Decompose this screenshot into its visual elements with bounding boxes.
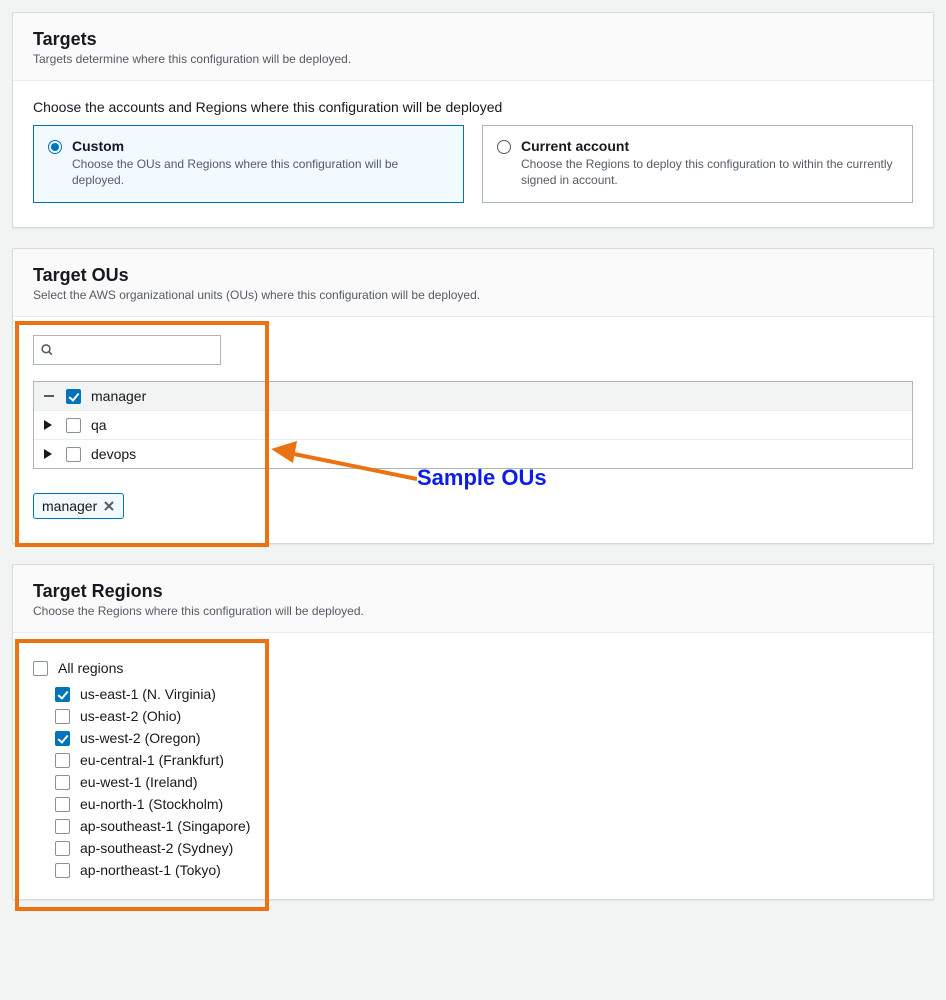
ou-row[interactable]: qa bbox=[34, 410, 912, 439]
checkbox-icon[interactable] bbox=[66, 447, 81, 462]
checkbox-icon[interactable] bbox=[55, 819, 70, 834]
ou-tree: manager qa devops bbox=[33, 381, 913, 469]
radio-icon bbox=[48, 140, 62, 154]
targets-panel: Targets Targets determine where this con… bbox=[12, 12, 934, 228]
region-label: eu-central-1 (Frankfurt) bbox=[80, 752, 224, 768]
checkbox-icon[interactable] bbox=[55, 753, 70, 768]
target-choice-row: Custom Choose the OUs and Regions where … bbox=[33, 125, 913, 203]
ou-search-box[interactable] bbox=[33, 335, 221, 365]
region-label: us-east-1 (N. Virginia) bbox=[80, 686, 216, 702]
checkbox-icon[interactable] bbox=[66, 389, 81, 404]
ou-chip-label: manager bbox=[42, 498, 97, 514]
target-ous-desc: Select the AWS organizational units (OUs… bbox=[33, 288, 913, 302]
region-list: All regions us-east-1 (N. Virginia)us-ea… bbox=[33, 657, 913, 881]
target-ous-panel: Target OUs Select the AWS organizational… bbox=[12, 248, 934, 544]
region-children: us-east-1 (N. Virginia) us-east-2 (Ohio) u… bbox=[55, 683, 913, 881]
caret-right-icon[interactable] bbox=[44, 420, 56, 430]
checkbox-icon[interactable] bbox=[55, 687, 70, 702]
checkbox-icon[interactable] bbox=[55, 731, 70, 746]
region-item[interactable]: eu-central-1 (Frankfurt) bbox=[55, 749, 913, 771]
checkbox-icon[interactable] bbox=[55, 841, 70, 856]
ou-label: manager bbox=[91, 388, 146, 404]
ou-chip[interactable]: manager bbox=[33, 493, 124, 519]
region-item[interactable]: ap-southeast-2 (Sydney) bbox=[55, 837, 913, 859]
dash-icon[interactable] bbox=[44, 395, 56, 397]
ou-row[interactable]: devops bbox=[34, 439, 912, 468]
region-item[interactable]: us-east-2 (Ohio) bbox=[55, 705, 913, 727]
region-label: ap-southeast-1 (Singapore) bbox=[80, 818, 250, 834]
target-regions-title: Target Regions bbox=[33, 581, 913, 602]
region-label: eu-north-1 (Stockholm) bbox=[80, 796, 223, 812]
target-option-current-account[interactable]: Current account Choose the Regions to de… bbox=[482, 125, 913, 203]
region-label: ap-southeast-2 (Sydney) bbox=[80, 840, 233, 856]
target-option-desc: Choose the Regions to deploy this config… bbox=[521, 156, 898, 188]
target-regions-panel: Target Regions Choose the Regions where … bbox=[12, 564, 934, 900]
radio-icon bbox=[497, 140, 511, 154]
close-icon[interactable] bbox=[103, 500, 115, 512]
arrow-icon bbox=[271, 439, 417, 487]
target-regions-header: Target Regions Choose the Regions where … bbox=[13, 565, 933, 633]
target-option-desc: Choose the OUs and Regions where this co… bbox=[72, 156, 449, 188]
targets-title: Targets bbox=[33, 29, 913, 50]
region-item[interactable]: eu-west-1 (Ireland) bbox=[55, 771, 913, 793]
region-label: us-west-2 (Oregon) bbox=[80, 730, 201, 746]
targets-body: Choose the accounts and Regions where th… bbox=[13, 81, 933, 227]
target-ous-title: Target OUs bbox=[33, 265, 913, 286]
target-option-custom[interactable]: Custom Choose the OUs and Regions where … bbox=[33, 125, 464, 203]
caret-right-icon[interactable] bbox=[44, 449, 56, 459]
targets-desc: Targets determine where this configurati… bbox=[33, 52, 913, 66]
ou-label: devops bbox=[91, 446, 136, 462]
targets-choose-label: Choose the accounts and Regions where th… bbox=[33, 99, 913, 115]
ou-label: qa bbox=[91, 417, 107, 433]
target-ous-body: manager qa devops manager Sample OUs bbox=[13, 317, 933, 543]
region-label: ap-northeast-1 (Tokyo) bbox=[80, 862, 221, 878]
region-item[interactable]: eu-north-1 (Stockholm) bbox=[55, 793, 913, 815]
region-label: eu-west-1 (Ireland) bbox=[80, 774, 198, 790]
annotation-label: Sample OUs bbox=[417, 465, 547, 491]
checkbox-icon[interactable] bbox=[33, 661, 48, 676]
target-option-title: Custom bbox=[72, 138, 449, 154]
region-item[interactable]: us-east-1 (N. Virginia) bbox=[55, 683, 913, 705]
checkbox-icon[interactable] bbox=[55, 863, 70, 878]
ou-search-input[interactable] bbox=[59, 341, 213, 359]
region-item[interactable]: us-west-2 (Oregon) bbox=[55, 727, 913, 749]
checkbox-icon[interactable] bbox=[55, 775, 70, 790]
target-option-title: Current account bbox=[521, 138, 898, 154]
search-icon bbox=[41, 343, 53, 357]
all-regions-item[interactable]: All regions bbox=[33, 657, 913, 679]
checkbox-icon[interactable] bbox=[55, 797, 70, 812]
all-regions-label: All regions bbox=[58, 660, 123, 676]
targets-header: Targets Targets determine where this con… bbox=[13, 13, 933, 81]
ou-row[interactable]: manager bbox=[34, 382, 912, 410]
checkbox-icon[interactable] bbox=[66, 418, 81, 433]
checkbox-icon[interactable] bbox=[55, 709, 70, 724]
target-regions-body: All regions us-east-1 (N. Virginia)us-ea… bbox=[13, 633, 933, 899]
region-item[interactable]: ap-northeast-1 (Tokyo) bbox=[55, 859, 913, 881]
target-regions-desc: Choose the Regions where this configurat… bbox=[33, 604, 913, 618]
region-label: us-east-2 (Ohio) bbox=[80, 708, 181, 724]
target-ous-header: Target OUs Select the AWS organizational… bbox=[13, 249, 933, 317]
region-item[interactable]: ap-southeast-1 (Singapore) bbox=[55, 815, 913, 837]
